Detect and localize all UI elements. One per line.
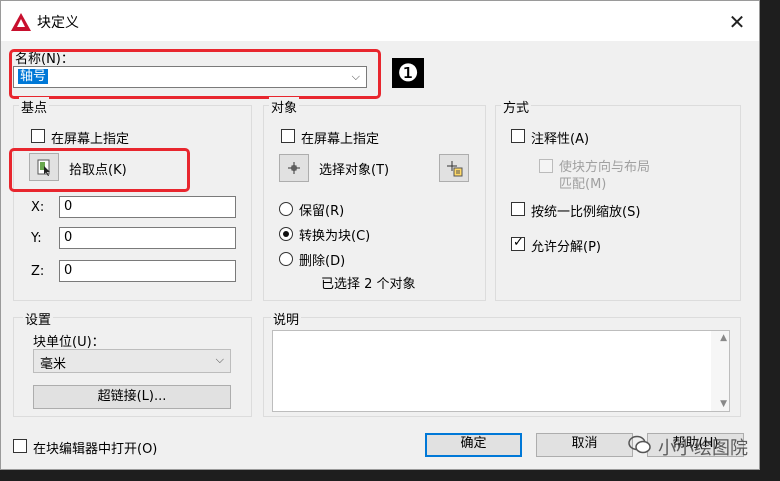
basepoint-specify-checkbox[interactable]	[31, 129, 45, 143]
block-definition-dialog: 块定义 ✕ 名称(N)： 轴号 ⌵ ❶ 基点 在屏幕上指定 拾取点(K) X: …	[0, 0, 760, 470]
objects-specify-checkbox[interactable]	[281, 129, 295, 143]
window-title: 块定义	[37, 15, 79, 31]
wechat-icon	[628, 435, 651, 454]
quick-select-button[interactable]	[439, 154, 469, 182]
behavior-group-title: 方式	[501, 97, 532, 116]
ok-button[interactable]: 确定	[425, 433, 522, 457]
scroll-up-icon[interactable]: ▲	[720, 333, 727, 343]
retain-radio[interactable]	[279, 202, 293, 216]
open-in-editor-label: 在块编辑器中打开(O)	[33, 442, 158, 457]
quick-select-icon	[447, 161, 463, 177]
basepoint-group-title: 基点	[19, 97, 50, 116]
delete-radio[interactable]	[279, 252, 293, 266]
annotative-label: 注释性(A)	[531, 132, 590, 147]
scroll-down-icon[interactable]: ▼	[720, 399, 727, 409]
title-bar: 块定义 ✕	[1, 1, 759, 41]
annotation-number-badge: ❶	[392, 58, 424, 88]
x-input[interactable]: 0	[59, 196, 236, 218]
select-objects-button[interactable]	[279, 154, 309, 182]
x-label: X:	[31, 200, 45, 215]
selected-count-text: 已选择 2 个对象	[321, 277, 416, 292]
y-input[interactable]: 0	[59, 227, 236, 249]
allow-exploding-checkbox[interactable]: ✓	[511, 235, 525, 251]
watermark-text: 小小绘图院	[658, 438, 748, 459]
open-in-editor-checkbox[interactable]	[13, 439, 27, 453]
objects-group-title: 对象	[269, 97, 300, 116]
scale-uniformly-checkbox[interactable]	[511, 202, 525, 216]
block-unit-select[interactable]: 毫米 ⌵	[33, 349, 231, 373]
scale-uniformly-label: 按统一比例缩放(S)	[531, 205, 641, 220]
objects-specify-label: 在屏幕上指定	[301, 132, 380, 147]
checkmark-icon: ✓	[513, 235, 524, 250]
block-unit-label: 块单位(U)：	[33, 335, 105, 350]
convert-to-block-radio[interactable]	[279, 227, 293, 241]
select-objects-label: 选择对象(T)	[319, 163, 390, 178]
cancel-button[interactable]: 取消	[536, 433, 633, 457]
y-label: Y:	[31, 231, 42, 246]
description-group-title: 说明	[271, 309, 302, 328]
convert-to-block-label: 转换为块(C)	[299, 229, 371, 244]
allow-exploding-label: 允许分解(P)	[531, 240, 601, 255]
basepoint-specify-label: 在屏幕上指定	[51, 132, 130, 147]
close-button[interactable]: ✕	[723, 9, 751, 35]
z-input[interactable]: 0	[59, 260, 236, 282]
crosshair-icon	[288, 162, 300, 174]
description-textarea[interactable]	[272, 330, 730, 412]
match-orientation-checkbox[interactable]	[539, 159, 553, 173]
annotative-checkbox[interactable]	[511, 129, 525, 143]
block-unit-value: 毫米	[40, 357, 67, 372]
delete-label: 删除(D)	[299, 254, 346, 269]
z-label: Z:	[31, 264, 45, 279]
settings-group-title: 设置	[23, 309, 54, 328]
highlight-box-name	[9, 49, 381, 99]
autocad-logo-icon	[11, 13, 31, 31]
description-scrollbar[interactable]: ▲ ▼	[711, 331, 729, 411]
hyperlink-button[interactable]: 超链接(L)...	[33, 385, 231, 409]
chevron-down-icon[interactable]: ⌵	[216, 353, 224, 367]
highlight-box-pick-point	[9, 148, 190, 192]
match-orientation-label-line2: 匹配(M)	[559, 177, 607, 192]
watermark: 小小绘图院	[628, 434, 778, 459]
retain-label: 保留(R)	[299, 204, 345, 219]
